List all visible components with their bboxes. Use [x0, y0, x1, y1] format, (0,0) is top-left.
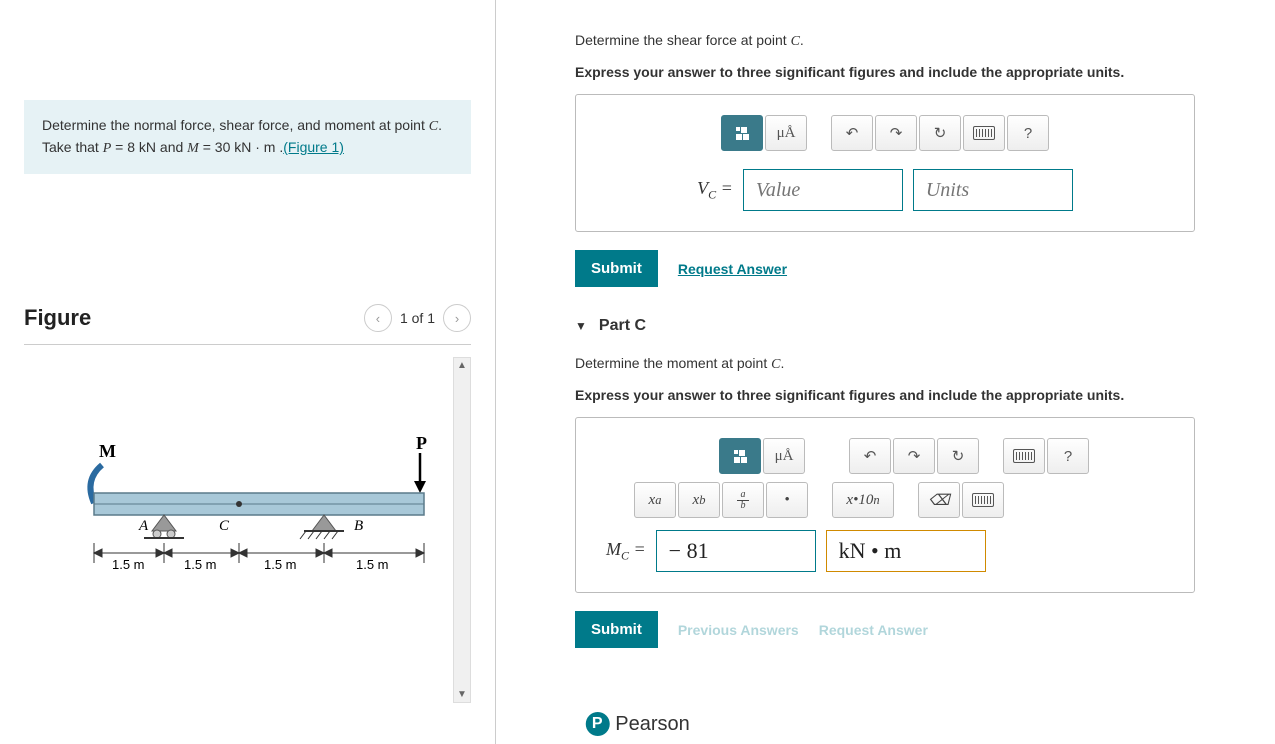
redo-button[interactable]: ↷: [875, 115, 917, 151]
scroll-up-icon[interactable]: ▲: [455, 358, 469, 373]
templates-icon: [736, 127, 749, 140]
dot-button[interactable]: •: [766, 482, 808, 518]
partb-question: Determine the shear force at point C.: [575, 32, 1235, 50]
partb-submit-button[interactable]: Submit: [575, 250, 658, 287]
units-greek-button-c[interactable]: μÅ: [763, 438, 805, 474]
reset-button[interactable]: ↻: [919, 115, 961, 151]
templates-button[interactable]: [721, 115, 763, 151]
partc-title: Part C: [599, 317, 646, 335]
undo-button[interactable]: ↶: [831, 115, 873, 151]
redo-button-c[interactable]: ↷: [893, 438, 935, 474]
vc-label: VC =: [697, 178, 733, 203]
keyboard-toggle-button[interactable]: [962, 482, 1004, 518]
svg-text:1.5 m: 1.5 m: [112, 557, 145, 572]
svg-text:A: A: [138, 518, 149, 534]
point-c: C: [429, 119, 438, 134]
undo-button-c[interactable]: ↶: [849, 438, 891, 474]
keyboard-button[interactable]: [963, 115, 1005, 151]
partc-request-answer-link[interactable]: Request Answer: [819, 622, 928, 638]
vc-value-input[interactable]: [743, 169, 903, 211]
partb-answer-box: μÅ ↶ ↷ ↻ ? VC =: [575, 94, 1195, 232]
svg-text:B: B: [354, 518, 363, 534]
vc-units-input[interactable]: [913, 169, 1073, 211]
figure-canvas: M P A C B: [24, 345, 471, 715]
superscript-button[interactable]: xa: [634, 482, 676, 518]
figure-link[interactable]: (Figure 1): [283, 139, 344, 155]
subscript-button[interactable]: xb: [678, 482, 720, 518]
scroll-down-icon[interactable]: ▼: [455, 687, 469, 702]
help-button-c[interactable]: ?: [1047, 438, 1089, 474]
svg-text:1.5 m: 1.5 m: [264, 557, 297, 572]
pearson-name: Pearson: [615, 713, 690, 736]
fraction-button[interactable]: ab: [722, 482, 764, 518]
beam-diagram: M P A C B: [54, 435, 444, 605]
problem-text: Determine the normal force, shear force,…: [42, 117, 429, 133]
figure-scrollbar[interactable]: ▲ ▼: [453, 357, 471, 703]
svg-text:C: C: [219, 518, 230, 534]
figure-next-button[interactable]: ›: [443, 304, 471, 332]
figure-title: Figure: [24, 305, 91, 331]
keyboard-icon: [1013, 449, 1035, 463]
partb-instruction: Express your answer to three significant…: [575, 64, 1235, 80]
clear-button[interactable]: ⌫: [918, 482, 960, 518]
pearson-logo-icon: P: [585, 712, 609, 736]
mc-value-input[interactable]: − 81: [656, 530, 816, 572]
svg-text:1.5 m: 1.5 m: [356, 557, 389, 572]
mc-label: MC =: [606, 539, 646, 564]
keyboard-button-c[interactable]: [1003, 438, 1045, 474]
caret-down-icon: ▼: [575, 319, 587, 333]
pearson-footer: P Pearson: [585, 712, 690, 736]
partc-question: Determine the moment at point C.: [575, 355, 1235, 373]
keyboard-icon: [972, 493, 994, 507]
partc-instruction: Express your answer to three significant…: [575, 387, 1235, 403]
partb-request-answer-link[interactable]: Request Answer: [678, 261, 787, 277]
help-button[interactable]: ?: [1007, 115, 1049, 151]
svg-text:1.5 m: 1.5 m: [184, 557, 217, 572]
units-greek-button[interactable]: μÅ: [765, 115, 807, 151]
scientific-button[interactable]: x•10n: [832, 482, 894, 518]
figure-counter: 1 of 1: [400, 310, 435, 326]
partc-submit-button[interactable]: Submit: [575, 611, 658, 648]
figure-prev-button[interactable]: ‹: [364, 304, 392, 332]
templates-button-c[interactable]: [719, 438, 761, 474]
svg-text:M: M: [99, 441, 116, 461]
svg-text:P: P: [416, 435, 427, 453]
problem-statement: Determine the normal force, shear force,…: [24, 100, 471, 174]
partc-header[interactable]: ▼ Part C: [575, 317, 1235, 335]
partc-answer-box: μÅ ↶ ↷ ↻ ? xa xb ab • x•10n: [575, 417, 1195, 593]
figure-nav: ‹ 1 of 1 ›: [364, 304, 471, 332]
partc-previous-answers-link[interactable]: Previous Answers: [678, 622, 799, 638]
reset-button-c[interactable]: ↻: [937, 438, 979, 474]
templates-icon: [734, 450, 747, 463]
mc-units-input[interactable]: kN • m: [826, 530, 986, 572]
keyboard-icon: [973, 126, 995, 140]
